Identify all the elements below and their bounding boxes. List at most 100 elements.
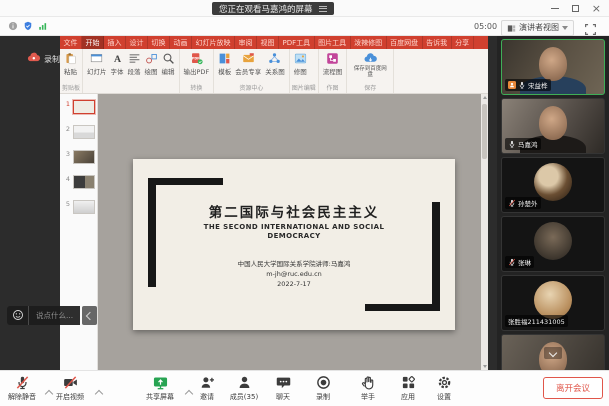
ribbon-button-label: 段落 [128,66,141,76]
ribbon-group-label [85,84,177,93]
wps-tab: 分享 [452,36,474,49]
vip-icon [242,52,255,65]
chat-placeholder: 说点什么... [36,310,73,321]
font-icon: A [111,52,124,65]
ribbon-button: 绘图 [143,51,160,77]
toolbar-expand-chevron[interactable] [96,382,102,401]
wps-tab: 切换 [148,36,170,49]
ribbon-button: PDF输出PDF [182,51,212,77]
settings-icon [437,375,452,390]
ribbon-button-label: 输出PDF [184,66,210,76]
cloud-save-icon [364,52,377,65]
view-mode-button[interactable]: 演讲者视图 [501,20,574,36]
slides-icon [90,52,103,65]
pdf-icon: PDF [190,52,203,65]
emoji-button[interactable] [7,306,28,325]
toolbar-item-share-screen[interactable]: 共享屏幕 [134,375,186,402]
wps-tab: 审阅 [235,36,257,49]
smiley-icon [12,306,24,325]
ribbon-group: 模板会员专享关系图资源中心 [214,49,290,93]
toolbar-item-label: 成员(35) [230,392,258,402]
signal-icon[interactable] [38,21,48,31]
slide-number: 4 [64,175,70,183]
close-icon[interactable]: × [592,3,601,14]
slide-thumbnail-image [73,200,95,214]
banner-menu-icon[interactable] [319,6,327,12]
shield-icon[interactable] [23,21,33,31]
toolbar-item-camera-off[interactable]: 开启视频 [44,375,96,402]
slide-thumbnail: 4 [64,175,95,189]
ribbon-button-label: 关系图 [265,66,285,76]
toolbar-item-label: 开启视频 [56,392,84,402]
participants-sidebar: 宋益桦马嘉鸿孙楚外张琳张胜福211431005 [497,36,609,370]
ribbon-button: 粘贴 [62,51,79,77]
fullscreen-icon[interactable] [584,21,597,34]
maximize-icon[interactable] [572,5,579,12]
wps-presentation-window: 文件开始插入设计切换动画幻灯片放映审阅视图PDF工具图片工具泼辣修图百度网盘告诉… [60,36,488,370]
participant-tile[interactable]: 马嘉鸿 [501,98,605,154]
slide-thumbnail: 5 [64,200,95,214]
slide-thumbnail-image [73,175,95,189]
participant-name: 张琳 [518,257,531,267]
ribbon-button-label: 粘贴 [64,66,77,76]
toolbar-item-label: 解除静音 [8,392,36,402]
toolbar-item-label: 应用 [401,392,415,402]
apps-icon [401,375,416,390]
participant-tile[interactable] [501,334,605,370]
chat-collapse-button[interactable] [82,306,97,325]
more-participants-indicator[interactable] [544,347,562,359]
fullscreen-icon [584,23,597,36]
ribbon-button-label: 绘图 [145,66,158,76]
participant-name: 宋益桦 [528,80,548,90]
ribbon-group: 流程图作图 [319,49,348,93]
slide-thumbnail-image [73,150,95,164]
toolbar-item-settings[interactable]: 设置 [418,375,470,402]
ribbon-button-label: 修图 [294,66,307,76]
wps-tab: 幻灯片放映 [192,36,235,49]
participant-name: 孙楚外 [518,198,538,208]
participant-video [539,47,567,81]
wps-tab: 视图 [257,36,279,49]
participant-tile[interactable]: 宋益桦 [501,39,605,95]
slide-author-line: 中国人民大学国际关系学院讲师:马嘉鸿 [133,258,455,268]
toolbar-item-label: 邀请 [200,392,214,402]
participant-name-bar: 宋益桦 [505,79,551,91]
slide-title: 第二国际与社会民主主义 [133,201,455,221]
watching-banner-text: 您正在观看马嘉鸿的屏幕 [219,3,313,15]
wps-tab: 百度网盘 [387,36,423,49]
ribbon-group: 保存到百度网盘保存 [347,49,394,93]
wps-tab: 图片工具 [315,36,351,49]
toolbar-item-label: 设置 [437,392,451,402]
participant-name-bar: 马嘉鸿 [505,138,541,150]
person-avatar [534,222,572,260]
title-slide: 第二国际与社会民主主义 THE SECOND INTERNATIONAL AND… [133,159,455,330]
dog-avatar [534,163,572,201]
ribbon-group: PDF输出PDF 转换 [180,49,215,93]
participant-tile[interactable]: 张胜福211431005 [501,275,605,331]
ribbon-button-label: 幻灯片 [87,66,107,76]
toolbar-item-label: 共享屏幕 [146,392,174,402]
share-screen-icon [153,375,168,390]
view-mode-label: 演讲者视图 [519,22,559,33]
slide-canvas: 第二国际与社会民主主义 THE SECOND INTERNATIONAL AND… [98,94,481,370]
slide-thumbnail-image [73,125,95,139]
layout-icon [507,24,516,33]
toolbar-item-label: 举手 [361,392,375,402]
slide-number: 3 [64,150,70,158]
info-icon[interactable] [8,21,18,31]
leave-meeting-button[interactable]: 离开会议 [543,377,603,399]
toolbar-item-mic-muted[interactable]: 解除静音 [0,375,48,402]
ribbon-group: 修图图片编辑 [290,49,319,93]
slide-date: 2022-7-17 [133,280,455,288]
record-icon [316,375,331,390]
chat-icon [276,375,291,390]
ribbon-group-label: 转换 [182,84,212,93]
slide-number: 2 [64,125,70,133]
participant-tile[interactable]: 张琳 [501,216,605,272]
participant-name-bar: 孙楚外 [505,197,541,209]
participant-tile[interactable]: 孙楚外 [501,157,605,213]
chat-input[interactable]: 说点什么... [28,306,80,325]
draw-icon [145,52,158,65]
minimize-icon[interactable] [551,8,559,10]
cloud-record-icon [27,50,41,69]
